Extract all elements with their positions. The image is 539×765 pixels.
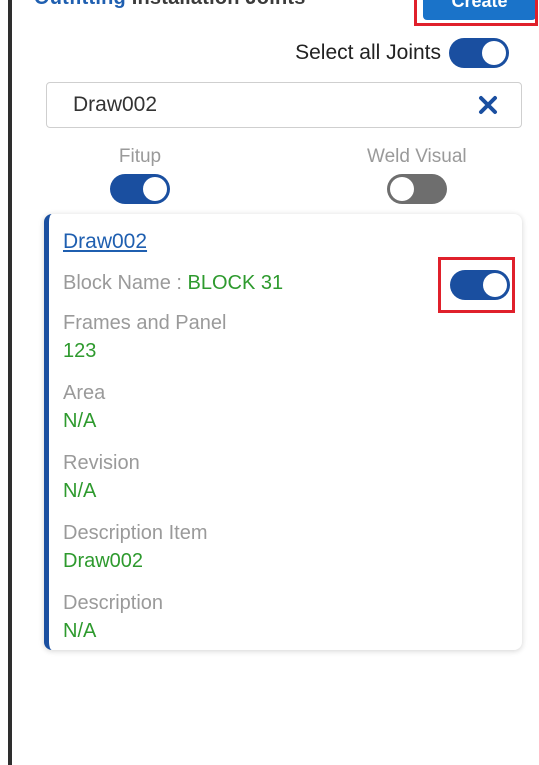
toggle-knob <box>482 41 506 65</box>
title-primary: Outfitting <box>34 0 126 9</box>
filter-weld-visual: Weld Visual <box>367 146 467 204</box>
search-input[interactable] <box>71 92 477 118</box>
toggle-knob <box>389 177 414 201</box>
field-label: Frames and Panel <box>63 312 227 334</box>
weld-visual-toggle[interactable] <box>386 174 447 204</box>
field-label: Revision <box>63 452 140 474</box>
filter-fitup: Fitup <box>110 146 170 204</box>
block-name-label: Block Name : <box>63 272 188 294</box>
filter-weld-visual-label: Weld Visual <box>367 146 467 167</box>
field-frames-and-panel: Frames and Panel 123 <box>63 309 522 365</box>
title-secondary: Installation Joints <box>132 0 306 9</box>
field-value: N/A <box>63 410 97 432</box>
card-toggle-highlight <box>438 257 515 313</box>
field-description-item: Description Item Draw002 <box>63 519 522 575</box>
field-area: Area N/A <box>63 379 522 435</box>
select-all-label: Select all Joints <box>295 41 441 64</box>
field-value: Draw002 <box>63 550 144 572</box>
block-name-value: BLOCK 31 <box>187 272 284 294</box>
field-label: Area <box>63 382 106 404</box>
field-value: N/A <box>63 480 97 502</box>
close-icon[interactable] <box>477 94 499 116</box>
toggle-knob <box>143 177 167 201</box>
filter-fitup-label: Fitup <box>118 146 162 167</box>
field-revision: Revision N/A <box>63 449 522 505</box>
card-title-link[interactable]: Draw002 <box>63 230 147 254</box>
select-all-toggle[interactable] <box>449 38 509 68</box>
page-title: Outfitting Installation Joints <box>34 0 306 10</box>
fitup-toggle[interactable] <box>110 174 170 204</box>
field-label: Description Item <box>63 522 208 544</box>
field-value: N/A <box>63 620 97 642</box>
select-all-row: Select all Joints <box>295 38 509 68</box>
left-rail <box>8 0 12 765</box>
field-description: Description N/A <box>63 589 522 645</box>
create-button-highlight <box>414 0 538 26</box>
field-label: Description <box>63 592 164 614</box>
field-value: 123 <box>63 340 97 362</box>
search-field <box>46 82 522 128</box>
